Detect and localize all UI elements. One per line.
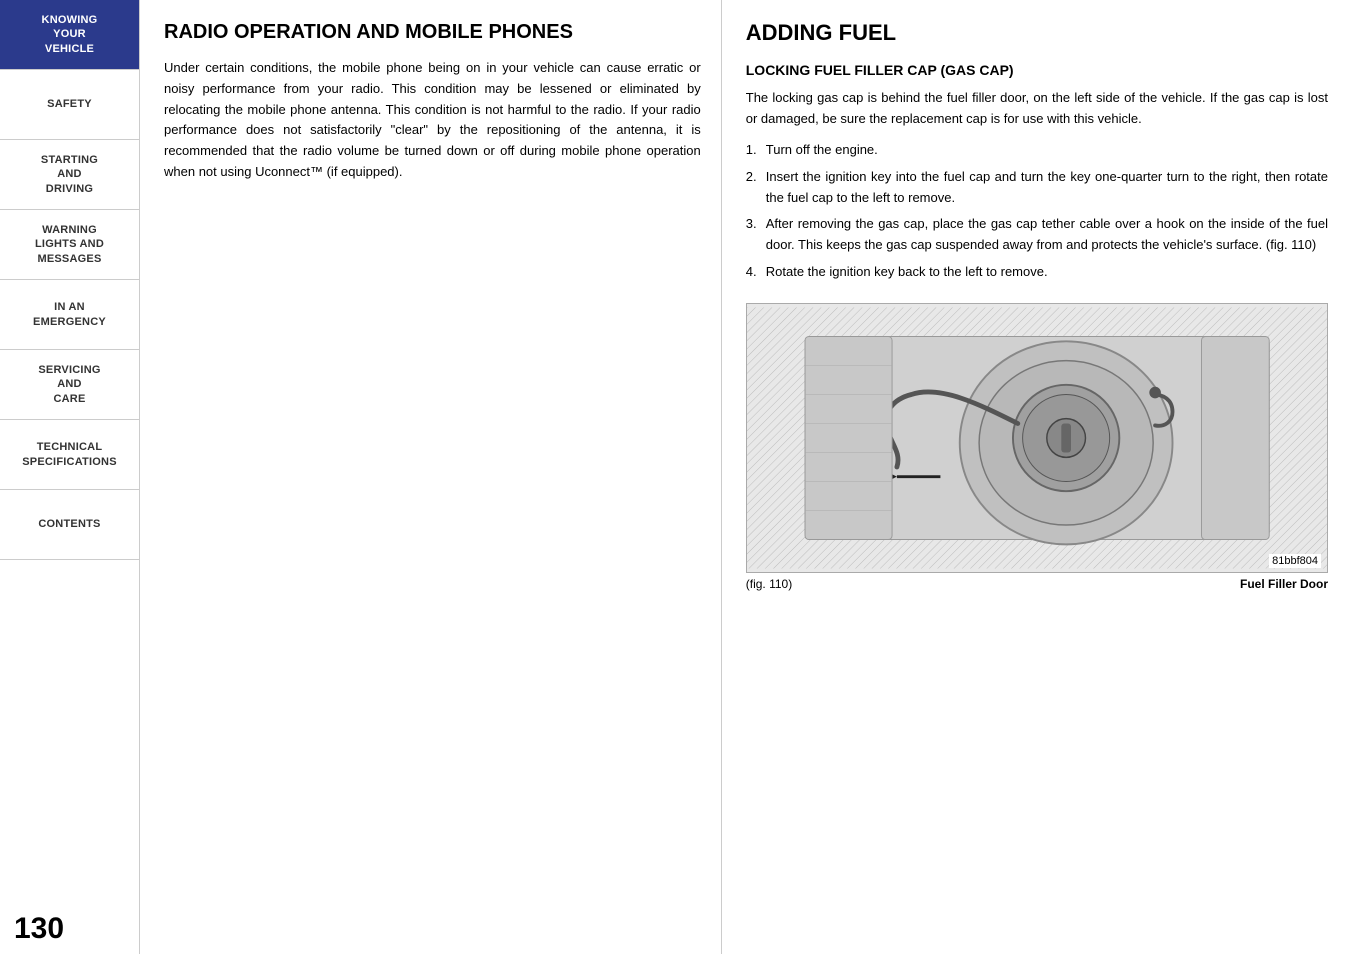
figure-container: 81bbf804 <box>746 303 1328 573</box>
sidebar-item-knowing-your-vehicle[interactable]: KNOWING YOUR VEHICLE <box>0 0 139 70</box>
figure-image <box>747 304 1327 572</box>
sidebar-item-technical-specifications[interactable]: TECHNICAL SPECIFICATIONS <box>0 420 139 490</box>
sidebar-item-label: CONTENTS <box>38 517 100 531</box>
sidebar: KNOWING YOUR VEHICLE SAFETY STARTING AND… <box>0 0 140 954</box>
step-num: 2. <box>746 167 757 188</box>
page-number: 130 <box>0 560 139 954</box>
sidebar-item-label: SAFETY <box>47 97 92 111</box>
sidebar-item-contents[interactable]: CONTENTS <box>0 490 139 560</box>
sidebar-item-safety[interactable]: SAFETY <box>0 70 139 140</box>
step-text: Turn off the engine. <box>766 142 878 157</box>
step-num: 1. <box>746 140 757 161</box>
figure-caption-row: (fig. 110) Fuel Filler Door <box>746 573 1328 591</box>
list-item: 3. After removing the gas cap, place the… <box>746 214 1328 256</box>
left-section-body: Under certain conditions, the mobile pho… <box>164 58 701 183</box>
list-item: 1. Turn off the engine. <box>746 140 1328 161</box>
sidebar-item-starting-and-driving[interactable]: STARTING AND DRIVING <box>0 140 139 210</box>
sidebar-item-in-an-emergency[interactable]: IN AN EMERGENCY <box>0 280 139 350</box>
left-section-title: RADIO OPERATION AND MOBILE PHONES <box>164 20 701 44</box>
figure-id: 81bbf804 <box>1269 554 1321 568</box>
sidebar-item-label: STARTING AND DRIVING <box>41 153 98 196</box>
step-text: Insert the ignition key into the fuel ca… <box>766 169 1328 205</box>
right-section-intro: The locking gas cap is behind the fuel f… <box>746 88 1328 130</box>
step-num: 3. <box>746 214 757 235</box>
right-section-title: ADDING FUEL <box>746 20 1328 46</box>
sidebar-item-warning-lights-and-messages[interactable]: WARNING LIGHTS AND MESSAGES <box>0 210 139 280</box>
step-text: Rotate the ignition key back to the left… <box>766 264 1048 279</box>
main-content: RADIO OPERATION AND MOBILE PHONES Under … <box>140 0 1352 954</box>
step-num: 4. <box>746 262 757 283</box>
subsection-title: LOCKING FUEL FILLER CAP (GAS CAP) <box>746 62 1328 78</box>
sidebar-item-label: IN AN EMERGENCY <box>33 300 106 329</box>
sidebar-item-label: KNOWING YOUR VEHICLE <box>42 13 98 56</box>
list-item: 2. Insert the ignition key into the fuel… <box>746 167 1328 209</box>
right-column: ADDING FUEL LOCKING FUEL FILLER CAP (GAS… <box>722 0 1352 954</box>
sidebar-item-label: WARNING LIGHTS AND MESSAGES <box>35 223 104 266</box>
sidebar-item-servicing-and-care[interactable]: SERVICING AND CARE <box>0 350 139 420</box>
figure-caption-right: Fuel Filler Door <box>1240 577 1328 591</box>
left-column: RADIO OPERATION AND MOBILE PHONES Under … <box>140 0 722 954</box>
step-text: After removing the gas cap, place the ga… <box>766 216 1328 252</box>
figure-caption-left: (fig. 110) <box>746 577 792 591</box>
sidebar-item-label: SERVICING AND CARE <box>38 363 100 406</box>
sidebar-item-label: TECHNICAL SPECIFICATIONS <box>22 440 117 469</box>
steps-list: 1. Turn off the engine. 2. Insert the ig… <box>746 140 1328 289</box>
list-item: 4. Rotate the ignition key back to the l… <box>746 262 1328 283</box>
